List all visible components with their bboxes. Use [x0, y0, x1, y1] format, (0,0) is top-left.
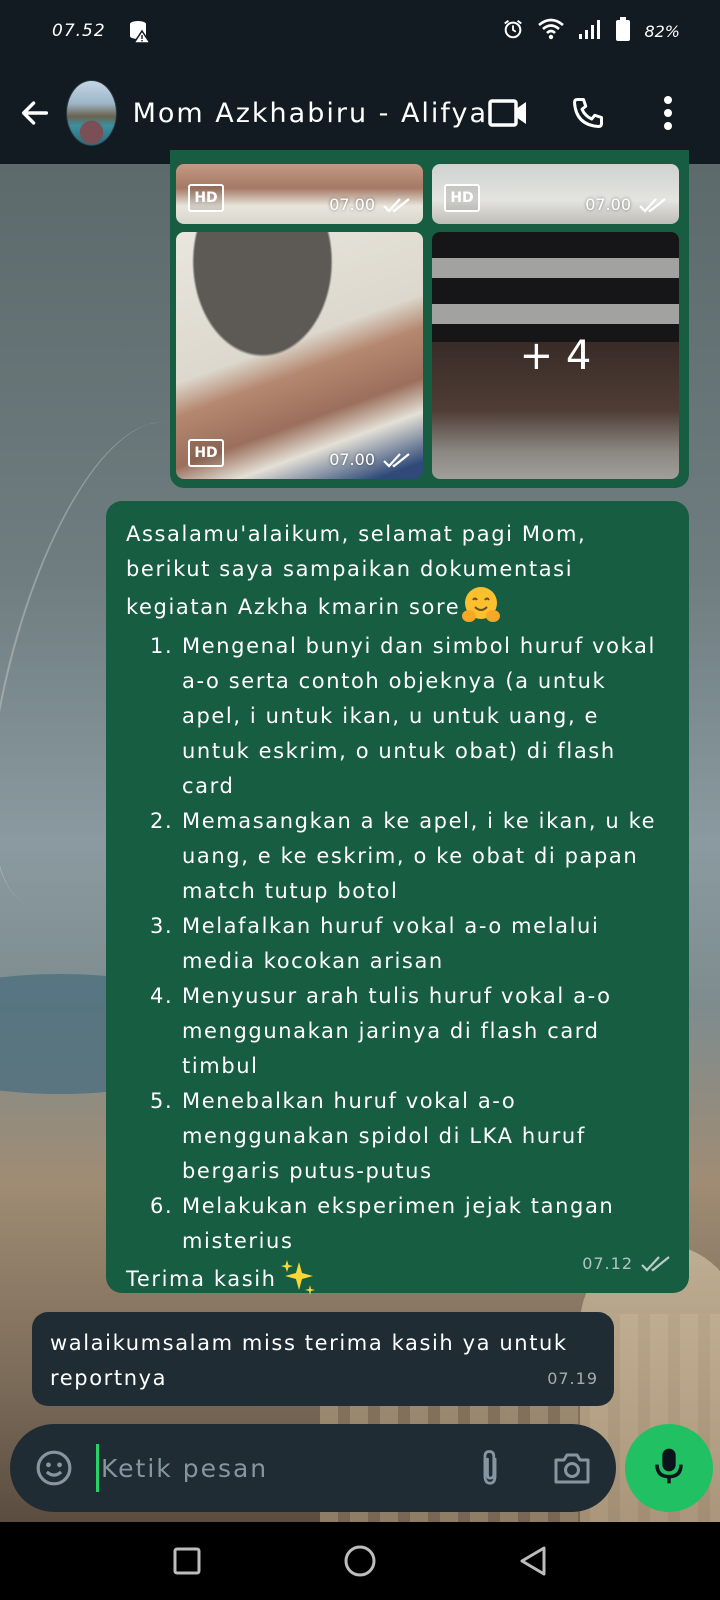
mic-icon: [653, 1446, 685, 1490]
double-check-icon: [383, 197, 410, 213]
list-number: 3.: [150, 914, 174, 938]
list-text: Melafalkan huruf vokal a-o melalui media…: [182, 914, 600, 973]
message-composer: [10, 1424, 616, 1512]
time-text: 07.12: [582, 1254, 633, 1273]
list-item: 5. Menebalkan huruf vokal a-o menggunakan…: [150, 1084, 669, 1189]
message-intro: Assalamu'alaikum, selamat pagi Mom, beri…: [126, 517, 669, 629]
attach-icon[interactable]: [468, 1446, 512, 1490]
photo-tile[interactable]: HD 07.00: [176, 232, 423, 479]
double-check-icon: [641, 1255, 670, 1272]
more-photos-count: + 4: [432, 232, 679, 479]
arrow-left-icon[interactable]: [18, 94, 52, 132]
list-item: 3. Melafalkan huruf vokal a-o melalui med…: [150, 909, 669, 979]
message-input[interactable]: [101, 1453, 468, 1483]
incoming-message[interactable]: walaikumsalam miss terima kasih ya untuk…: [32, 1312, 614, 1406]
closing-text: Terima kasih: [126, 1267, 277, 1291]
avatar[interactable]: [66, 80, 117, 146]
message-time: 07.19: [547, 1369, 598, 1388]
chat-header: Mom Azkhabiru - Alifya: [0, 62, 720, 164]
status-icons: 82%: [502, 16, 680, 46]
list-number: 5.: [150, 1089, 174, 1113]
list-number: 2.: [150, 809, 174, 833]
time-text: 07.00: [329, 195, 375, 214]
hd-badge: HD: [188, 184, 224, 212]
hd-badge: HD: [444, 184, 480, 212]
status-bar: 07.52 82%: [0, 0, 720, 62]
list-text: Memasangkan a ke apel, i ke ikan, u ke u…: [182, 809, 657, 903]
header-actions: [488, 93, 702, 133]
list-number: 4.: [150, 984, 174, 1008]
double-check-icon: [639, 197, 666, 213]
list-number: 6.: [150, 1194, 174, 1218]
emoji-icon[interactable]: [32, 1446, 76, 1490]
incoming-text: walaikumsalam miss terima kasih ya untuk…: [50, 1331, 568, 1390]
list-item: 1. Mengenal bunyi dan simbol huruf vokal …: [150, 629, 669, 804]
contact-name[interactable]: Mom Azkhabiru - Alifya: [133, 98, 488, 129]
double-check-icon: [383, 452, 410, 468]
activity-list: 1. Mengenal bunyi dan simbol huruf vokal …: [150, 629, 669, 1259]
home-circle-icon[interactable]: [335, 1536, 385, 1586]
wifi-icon: [538, 18, 565, 45]
status-time: 07.52: [52, 21, 106, 41]
photo-tile[interactable]: HD 07.00: [432, 164, 679, 224]
camera-icon[interactable]: [550, 1446, 594, 1490]
list-item: 4. Menyusur arah tulis huruf vokal a-o me…: [150, 979, 669, 1084]
battery-icon: [616, 16, 631, 46]
photo-time: 07.00: [329, 450, 411, 469]
message-time: 07.12: [582, 1246, 671, 1281]
time-text: 07.00: [585, 195, 631, 214]
list-item: 2. Memasangkan a ke apel, i ke ikan, u ke…: [150, 804, 669, 909]
signal-icon: [578, 19, 602, 44]
list-text: Menebalkan huruf vokal a-o menggunakan s…: [182, 1089, 586, 1183]
text-caret: [96, 1444, 99, 1492]
mic-button[interactable]: [625, 1424, 713, 1512]
media-album[interactable]: HD 07.00 HD 07.00 HD 07.00 + 4: [170, 150, 689, 488]
database-warning-icon: [128, 19, 152, 44]
more-vert-icon[interactable]: [648, 93, 688, 133]
recents-square-icon[interactable]: [162, 1536, 212, 1586]
photo-tile[interactable]: HD 07.00: [176, 164, 423, 224]
back-triangle-icon[interactable]: [508, 1536, 558, 1586]
photo-time: 07.00: [329, 195, 411, 214]
list-number: 1.: [150, 634, 174, 658]
intro-text: Assalamu'alaikum, selamat pagi Mom, beri…: [126, 522, 587, 619]
alarm-icon: [502, 18, 524, 45]
sparkles-emoji-icon: [277, 1256, 319, 1298]
list-text: Mengenal bunyi dan simbol huruf vokal a-…: [182, 634, 656, 798]
outgoing-message[interactable]: Assalamu'alaikum, selamat pagi Mom, beri…: [106, 501, 689, 1295]
time-text: 07.00: [329, 450, 375, 469]
list-text: Menyusur arah tulis huruf vokal a-o meng…: [182, 984, 612, 1078]
hugging-face-emoji-icon: [460, 584, 502, 626]
phone-icon[interactable]: [568, 93, 608, 133]
hd-badge: HD: [188, 439, 224, 467]
system-nav-bar: [0, 1522, 720, 1600]
battery-percent: 82%: [644, 21, 680, 41]
video-call-icon[interactable]: [488, 93, 528, 133]
photo-tile-more[interactable]: + 4: [432, 232, 679, 479]
photo-time: 07.00: [585, 195, 667, 214]
